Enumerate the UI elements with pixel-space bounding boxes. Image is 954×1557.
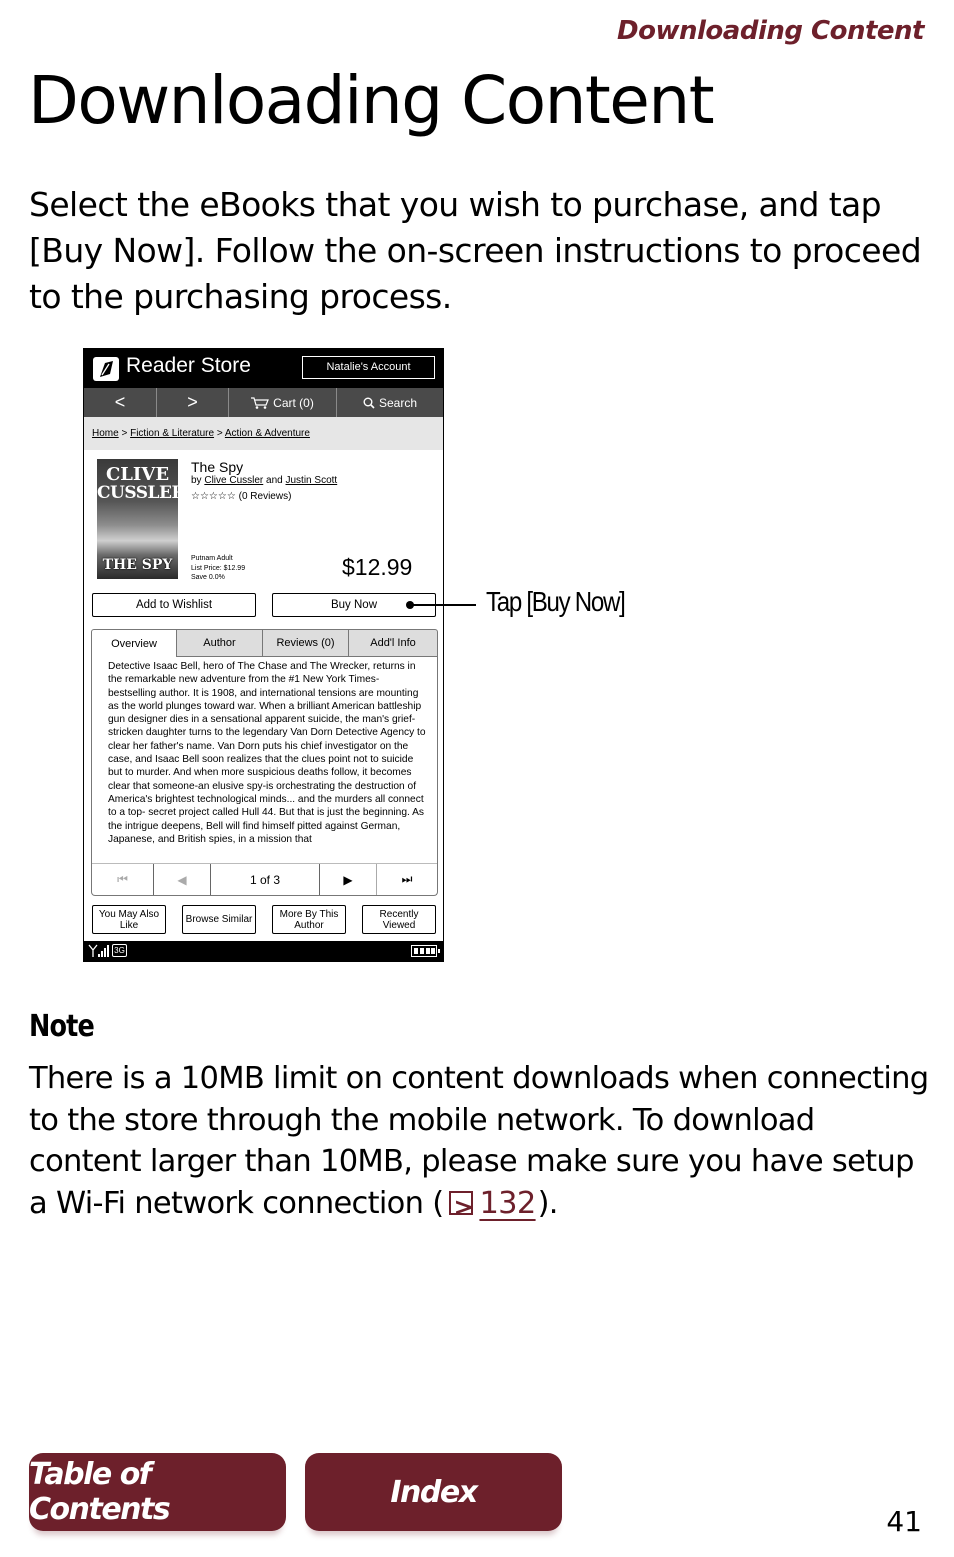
more-by-author-button[interactable]: More By This Author [272,905,346,934]
browse-similar-button[interactable]: Browse Similar [182,905,256,934]
store-header: Reader Store Natalie's Account [84,349,443,388]
battery-icon [411,945,440,957]
cart-button[interactable]: Cart (0) [229,388,337,417]
cover-title: THE SPY [102,557,173,573]
cover-author-line1: CLIVE [105,464,170,485]
tab-overview[interactable]: Overview [91,629,177,657]
back-button[interactable]: < [84,388,157,417]
cover-author-line2: CUSSLER [97,483,186,503]
chevron-right-icon: > [187,392,198,412]
last-page-icon: ⏭ [401,872,413,886]
next-page-icon: ▶ [343,872,353,887]
first-page-icon: ⏮ [117,872,128,886]
book-rating: ☆☆☆☆☆ (0 Reviews) [191,491,291,502]
page-indicator: 1 of 3 [211,864,320,895]
first-page-button[interactable]: ⏮ [92,864,154,895]
search-button[interactable]: Search [337,388,443,417]
prev-page-button[interactable]: ◀ [154,864,211,895]
overview-text: Detective Isaac Bell, hero of The Chase … [108,661,426,845]
cart-label: Cart (0) [273,395,314,410]
note-text-end: ). [537,1185,559,1221]
account-button[interactable]: Natalie's Account [302,356,435,379]
book-meta: Putnam Adult List Price: $12.99 Save 0.0… [191,554,245,583]
signal-icon [88,944,109,957]
next-page-button[interactable]: ▶ [320,864,377,895]
network-badge: 3G [112,944,127,957]
status-bar: 3G [84,941,443,961]
overview-panel: Detective Isaac Bell, hero of The Chase … [91,656,438,896]
callout-label: Tap [Buy Now] [486,586,626,617]
book-title: The Spy [191,459,244,475]
add-to-wishlist-button[interactable]: Add to Wishlist [92,593,256,617]
page-number: 41 [886,1505,922,1538]
page-title: Downloading Content [28,62,715,139]
publisher: Putnam Adult [191,555,233,562]
reader-logo-icon [93,357,119,381]
breadcrumb-home[interactable]: Home [92,428,119,439]
breadcrumb-fiction[interactable]: Fiction & Literature [130,428,214,439]
recommendation-buttons: You May Also Like Browse Similar More By… [92,905,437,935]
store-nav-bar: < > Cart (0) Search [84,388,443,417]
index-button[interactable]: Index [305,1453,562,1531]
search-label: Search [378,395,418,410]
breadcrumb-action[interactable]: Action & Adventure [225,428,310,439]
search-icon [363,397,375,409]
reviews-count: (0 Reviews) [238,491,292,502]
running-head: Downloading Content [617,16,924,46]
breadcrumb-separator: > [121,428,128,439]
star-rating-icon: ☆☆☆☆☆ [191,491,236,502]
intro-paragraph: Select the eBooks that you wish to purch… [29,185,922,316]
store-name: Reader Store [126,354,251,377]
tab-bar: Overview Author Reviews (0) Add'l Info [91,629,438,657]
author-link[interactable]: Justin Scott [286,475,338,486]
table-of-contents-button[interactable]: Table of Contents [29,1453,286,1531]
page-reference-icon [449,1187,474,1228]
recently-viewed-button[interactable]: Recently Viewed [362,905,436,934]
forward-button[interactable]: > [157,388,229,417]
prev-page-icon: ◀ [177,872,187,887]
book-price: $12.99 [342,554,413,580]
breadcrumb-separator: > [216,428,223,439]
save-percent: Save 0.0% [191,574,225,581]
and-text: and [266,475,283,486]
book-authors: by Clive Cussler and Justin Scott [191,475,337,486]
tab-author[interactable]: Author [177,629,263,657]
by-prefix: by [191,475,202,486]
chevron-left-icon: < [114,392,126,412]
you-may-also-like-button[interactable]: You May Also Like [92,905,166,934]
book-cover: CLIVE CUSSLER THE SPY [97,459,186,579]
cart-icon [251,396,270,409]
callout-line [410,604,476,606]
last-page-button[interactable]: ⏭ [377,864,437,895]
pager: ⏮ ◀ 1 of 3 ▶ ⏭ [92,863,437,895]
author-link[interactable]: Clive Cussler [204,475,263,486]
tab-additional-info[interactable]: Add'l Info [349,629,438,657]
device-screenshot: Reader Store Natalie's Account < > Cart … [83,348,444,962]
note-body: There is a 10MB limit on content downloa… [29,1058,934,1228]
list-price: List Price: $12.99 [191,564,246,572]
breadcrumb: Home > Fiction & Literature > Action & A… [84,417,443,450]
note-heading: Note [29,1009,95,1044]
tab-reviews[interactable]: Reviews (0) [263,629,349,657]
page-reference-link[interactable]: 132 [477,1186,537,1221]
